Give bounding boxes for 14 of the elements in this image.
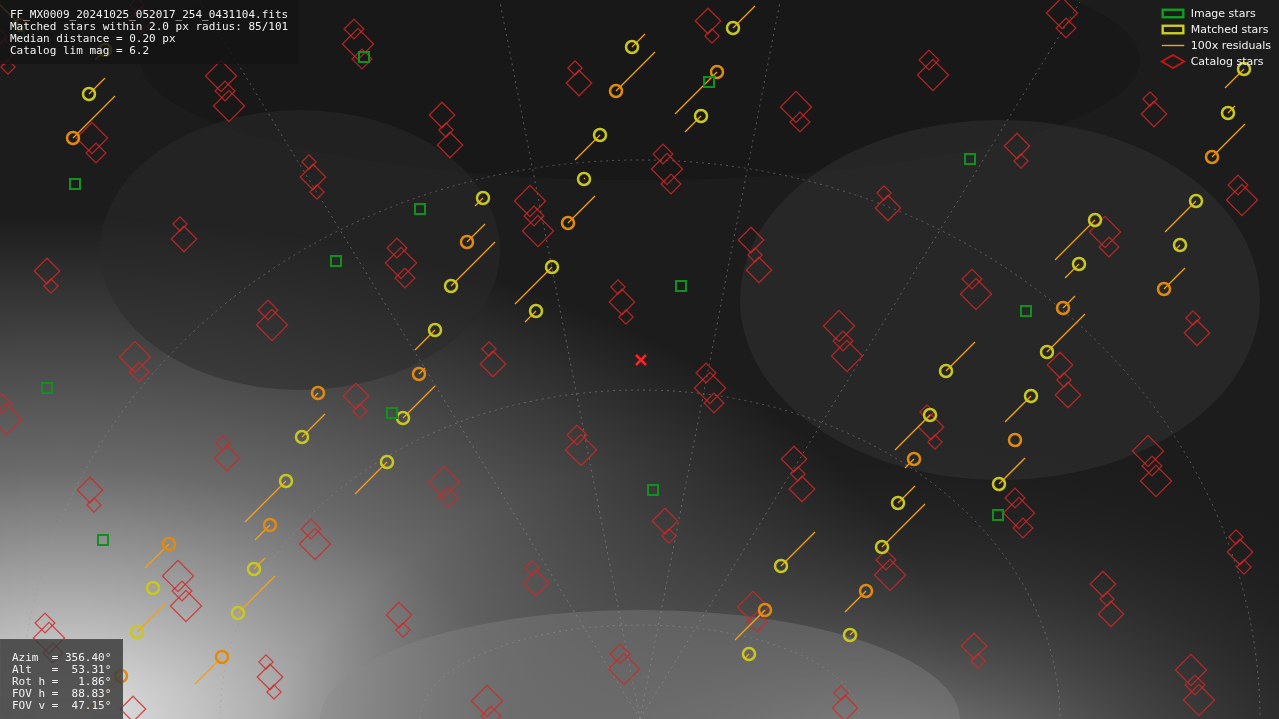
pointing-text: Rot h = 1.86° [12,676,112,688]
pointing-text: Azim = 356.40° [12,652,112,664]
legend-label: Image stars [1190,7,1256,20]
info-text: Median distance = 0.20 px [10,33,177,45]
pointing-text: Alt = 53.31° [12,664,112,676]
legend-label: Matched stars [1190,23,1269,36]
pointing-text: FOV h = 88.83° [12,688,112,700]
legend-label: 100x residuals [1190,39,1271,52]
legend-label: Catalog stars [1190,55,1264,68]
diamond-icon [1158,54,1187,69]
info-text: Catalog lim mag = 6.2 [10,45,151,57]
info-text: Matched stars within 2.0 px radius: 85/101 [10,21,289,33]
info-text: FF_MX0009_20241025_052017_254_0431104.fits [10,9,289,21]
pointing-text: FOV v = 47.15° [12,700,112,712]
